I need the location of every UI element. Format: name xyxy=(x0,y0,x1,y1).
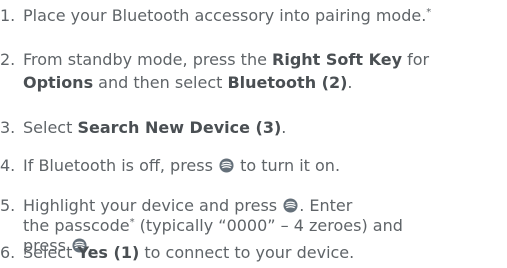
step-text: Select Search New Device (3). xyxy=(23,118,493,138)
step-number: 5. xyxy=(0,196,16,215)
step-text-part: If Bluetooth is off, press xyxy=(23,156,219,175)
step-text-part: Place your Bluetooth accessory into pair… xyxy=(23,6,427,25)
step-text: From standby mode, press the Right Soft … xyxy=(23,50,493,93)
menu-name: Options xyxy=(23,73,94,92)
key-name: Right Soft Key xyxy=(272,50,402,69)
step-text-part: . Enter xyxy=(299,196,353,215)
step-number: 4. xyxy=(0,156,16,175)
menu-option: Yes (1) xyxy=(77,243,140,262)
step-text-part: . xyxy=(347,73,353,92)
step-text-part: and then select xyxy=(93,73,228,92)
menu-option: Search New Device (3) xyxy=(77,118,282,137)
step-line: Highlight your device and press . Enter xyxy=(23,196,493,216)
step-text-part: for xyxy=(402,50,430,69)
step-line: Options and then select Bluetooth (2). xyxy=(23,73,493,93)
step-text: Place your Bluetooth accessory into pair… xyxy=(23,6,493,26)
step-number: 1. xyxy=(0,6,16,25)
step-number: 3. xyxy=(0,118,16,137)
step-text-part: Select xyxy=(23,243,78,262)
step-text-part: . xyxy=(281,118,287,137)
step-number: 2. xyxy=(0,50,16,69)
ok-key-icon xyxy=(283,198,298,213)
step-text: Select Yes (1) to connect to your device… xyxy=(23,243,493,263)
step-line: the passcode* (typically “0000” – 4 zero… xyxy=(23,216,493,236)
menu-option: Bluetooth (2) xyxy=(227,73,348,92)
step-text-part: to connect to your device. xyxy=(139,243,355,262)
ok-key-icon xyxy=(219,158,234,173)
step-number: 6. xyxy=(0,243,16,262)
step-text-part: to turn it on. xyxy=(235,156,341,175)
step-text: If Bluetooth is off, press to turn it on… xyxy=(23,156,493,176)
step-text-part: From standby mode, press the xyxy=(23,50,273,69)
step-text-part: Select xyxy=(23,118,78,137)
step-text-part: Highlight your device and press xyxy=(23,196,283,215)
footnote-marker: * xyxy=(426,7,432,18)
step-text-part: the passcode xyxy=(23,216,130,235)
step-line: From standby mode, press the Right Soft … xyxy=(23,50,493,70)
step-text-part: (typically “0000” – 4 zeroes) and xyxy=(134,216,403,235)
